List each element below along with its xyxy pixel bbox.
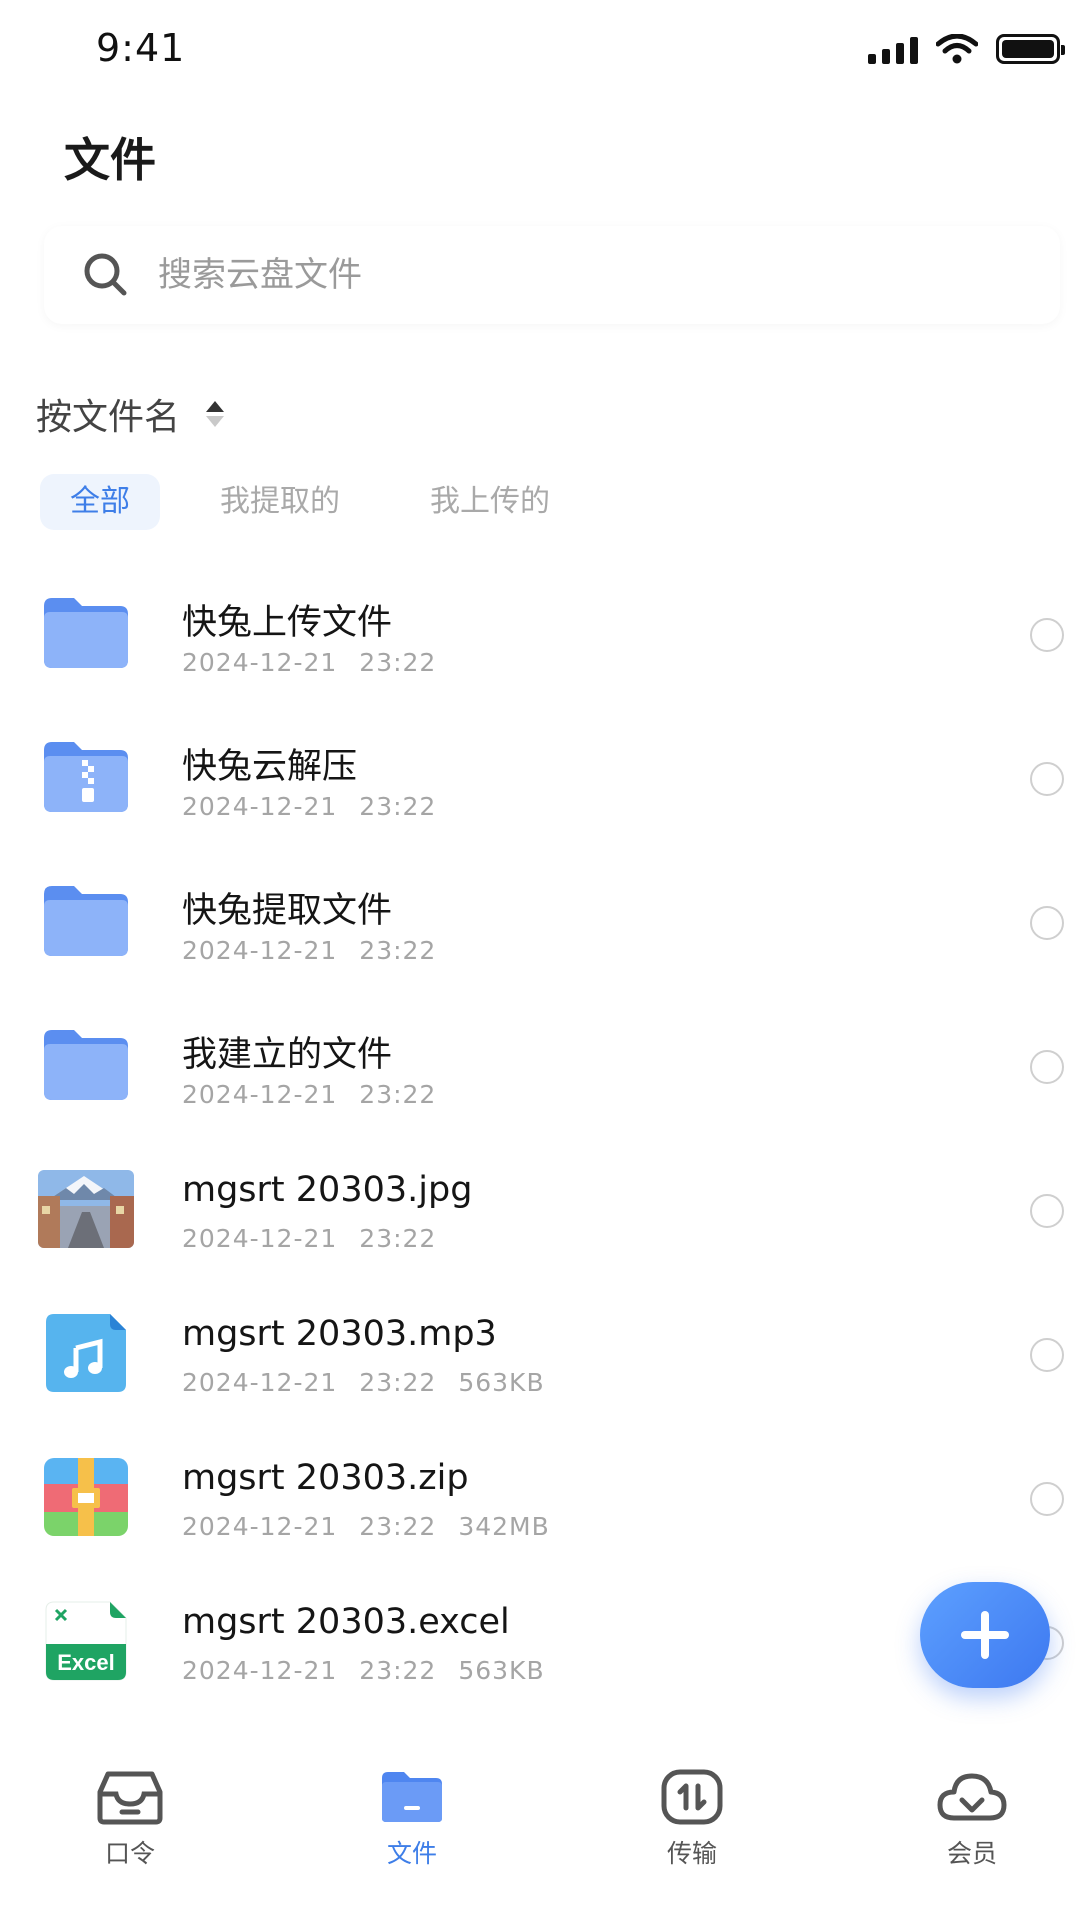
file-date: 2024-12-21: [182, 1368, 338, 1397]
folder-icon: [44, 886, 128, 956]
file-meta: 2024-12-21 23:22: [182, 792, 458, 821]
zip-folder-icon: [44, 742, 128, 812]
search-input[interactable]: [158, 255, 958, 295]
file-name: 我建立的文件: [182, 1035, 393, 1075]
nav-label: 文件: [386, 1839, 437, 1868]
filter-tabs: 全部 我提取的 我上传的: [40, 474, 580, 530]
svg-text:Excel: Excel: [57, 1650, 115, 1675]
nav-item-files[interactable]: 文件: [332, 1768, 492, 1870]
cellular-signal-icon: [868, 36, 918, 64]
music-file-icon: [46, 1314, 126, 1392]
search-bar[interactable]: [44, 226, 1060, 324]
file-date: 2024-12-21: [182, 1512, 338, 1541]
image-thumbnail: [38, 1170, 134, 1248]
search-icon: [84, 253, 127, 296]
file-name: mgsrt 20303.mp3: [182, 1314, 497, 1354]
file-row[interactable]: 快兔提取文件 2024-12-21 23:22: [0, 848, 1080, 992]
file-time: 23:22: [359, 1368, 437, 1397]
tab-all[interactable]: 全部: [40, 474, 160, 530]
file-meta: 2024-12-21 23:22 342MB: [182, 1512, 572, 1541]
battery-icon: [996, 34, 1065, 64]
nav-label: 传输: [666, 1839, 717, 1868]
file-time: 23:22: [359, 1656, 437, 1685]
file-meta: 2024-12-21 23:22: [182, 1080, 458, 1109]
select-radio[interactable]: [1030, 1482, 1064, 1516]
file-row[interactable]: mgsrt 20303.jpg 2024-12-21 23:22: [0, 1136, 1080, 1280]
file-name: 快兔提取文件: [182, 891, 393, 931]
page-title: 文件: [64, 133, 156, 187]
file-meta: 2024-12-21 23:22: [182, 936, 458, 965]
file-date: 2024-12-21: [182, 936, 338, 965]
file-name: mgsrt 20303.jpg: [182, 1170, 473, 1210]
sort-toggle-icon: [206, 401, 225, 427]
tab-extracted[interactable]: 我提取的: [190, 474, 370, 530]
nav-item-passcode[interactable]: 口令: [50, 1768, 210, 1870]
status-icons: [868, 34, 1065, 64]
file-meta: 2024-12-21 23:22 563KB: [182, 1656, 567, 1685]
file-size: 563KB: [458, 1656, 545, 1685]
file-row[interactable]: 快兔上传文件 2024-12-21 23:22: [0, 560, 1080, 704]
file-name: 快兔云解压: [182, 747, 358, 787]
plus-icon: [961, 1611, 1009, 1659]
file-date: 2024-12-21: [182, 792, 338, 821]
excel-file-icon: Excel: [45, 1601, 127, 1681]
file-meta: 2024-12-21 23:22: [182, 648, 458, 677]
file-row[interactable]: mgsrt 20303.mp3 2024-12-21 23:22 563KB: [0, 1280, 1080, 1424]
folder-icon: [44, 1030, 128, 1100]
select-radio[interactable]: [1030, 1338, 1064, 1372]
file-name: 快兔上传文件: [182, 603, 393, 643]
file-time: 23:22: [359, 1080, 437, 1109]
file-size: 563KB: [458, 1368, 545, 1397]
select-radio[interactable]: [1030, 1194, 1064, 1228]
file-name: mgsrt 20303.excel: [182, 1602, 510, 1642]
file-time: 23:22: [359, 648, 437, 677]
add-button[interactable]: [920, 1582, 1050, 1688]
file-date: 2024-12-21: [182, 648, 338, 677]
file-time: 23:22: [359, 936, 437, 965]
file-date: 2024-12-21: [182, 1656, 338, 1685]
sort-label: 按文件名: [36, 397, 181, 438]
zip-file-icon: [44, 1458, 128, 1536]
file-time: 23:22: [359, 792, 437, 821]
status-time: 9:41: [96, 26, 186, 70]
file-size: 342MB: [458, 1512, 550, 1541]
file-date: 2024-12-21: [182, 1224, 338, 1253]
file-name: mgsrt 20303.zip: [182, 1458, 469, 1498]
file-meta: 2024-12-21 23:22: [182, 1224, 458, 1253]
file-meta: 2024-12-21 23:22 563KB: [182, 1368, 567, 1397]
select-radio[interactable]: [1030, 1050, 1064, 1084]
sort-control[interactable]: 按文件名: [36, 388, 225, 440]
folder-icon: [382, 1772, 442, 1822]
tab-uploaded[interactable]: 我上传的: [400, 474, 580, 530]
folder-icon: [44, 598, 128, 668]
transfer-icon: [661, 1769, 723, 1825]
file-time: 23:22: [359, 1512, 437, 1541]
select-radio[interactable]: [1030, 618, 1064, 652]
file-row[interactable]: 快兔云解压 2024-12-21 23:22: [0, 704, 1080, 848]
file-list: 快兔上传文件 2024-12-21 23:22 快兔云解压 2024-12-21 2…: [0, 560, 1080, 1712]
status-bar: 9:41: [0, 0, 1080, 100]
nav-label: 口令: [104, 1839, 155, 1868]
select-radio[interactable]: [1030, 906, 1064, 940]
select-radio[interactable]: [1030, 762, 1064, 796]
file-row[interactable]: mgsrt 20303.zip 2024-12-21 23:22 342MB: [0, 1424, 1080, 1568]
bottom-nav: 口令 文件 传输 会员: [0, 1740, 1080, 1920]
nav-label: 会员: [946, 1839, 997, 1868]
nav-item-transfer[interactable]: 传输: [612, 1768, 772, 1870]
cloud-icon: [937, 1773, 1007, 1821]
file-date: 2024-12-21: [182, 1080, 338, 1109]
inbox-icon: [97, 1771, 163, 1825]
file-time: 23:22: [359, 1224, 437, 1253]
file-row[interactable]: Excel mgsrt 20303.excel 2024-12-21 23:22 5…: [0, 1568, 1080, 1712]
file-row[interactable]: 我建立的文件 2024-12-21 23:22: [0, 992, 1080, 1136]
wifi-icon: [936, 34, 978, 64]
nav-item-membership[interactable]: 会员: [892, 1768, 1052, 1870]
